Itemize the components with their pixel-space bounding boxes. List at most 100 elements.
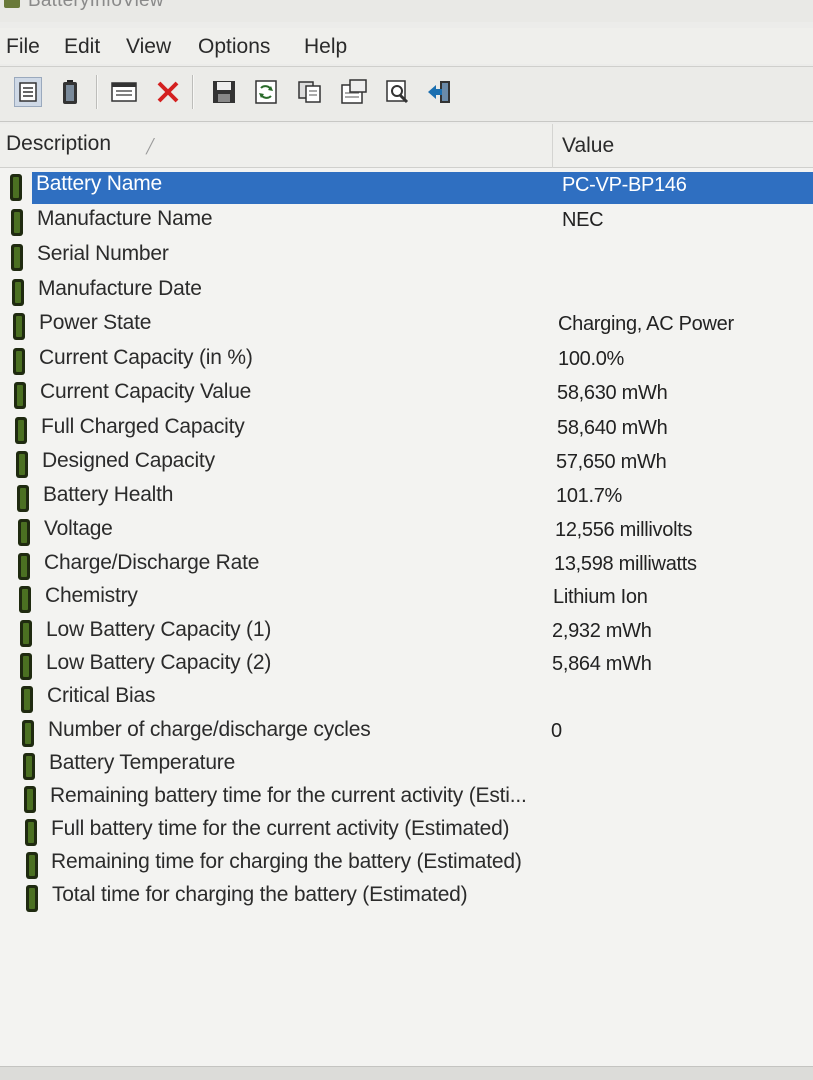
html-report-button[interactable] xyxy=(340,77,368,107)
table-row[interactable]: Charge/Discharge Rate 13,598 milliwatts xyxy=(0,547,813,581)
row-description: Number of charge/discharge cycles xyxy=(48,718,371,741)
row-value: 13,598 milliwatts xyxy=(554,553,697,575)
copy-icon xyxy=(298,81,321,103)
battery-icon xyxy=(17,485,29,512)
row-description: Current Capacity (in %) xyxy=(39,346,253,369)
delete-button[interactable] xyxy=(154,77,182,107)
table-row[interactable]: Low Battery Capacity (1) 2,932 mWh xyxy=(0,614,813,648)
battery-icon xyxy=(11,209,23,236)
toolbar-separator xyxy=(96,75,98,109)
table-row[interactable]: Manufacture Date xyxy=(0,273,813,307)
row-description: Current Capacity Value xyxy=(40,380,252,403)
exit-button[interactable] xyxy=(426,77,454,107)
battery-log-icon xyxy=(63,80,77,104)
find-icon xyxy=(386,80,409,104)
row-value: 12,556 millivolts xyxy=(555,519,693,541)
table-row[interactable]: Battery Temperature xyxy=(0,747,813,781)
row-description: Manufacture Name xyxy=(37,207,213,230)
table-row[interactable]: Number of charge/discharge cycles 0 xyxy=(0,714,813,748)
battery-icon xyxy=(20,653,32,680)
row-description: Total time for charging the battery (Est… xyxy=(52,883,468,906)
table-row[interactable]: Battery Health 101.7% xyxy=(0,479,813,513)
save-icon xyxy=(213,81,235,103)
row-description: Battery Name xyxy=(36,172,162,195)
battery-icon xyxy=(10,174,22,201)
row-description: Charge/Discharge Rate xyxy=(44,551,260,574)
refresh-button[interactable] xyxy=(252,77,280,107)
menu-edit[interactable]: Edit xyxy=(62,33,102,61)
battery-icon xyxy=(13,348,25,375)
status-bar xyxy=(0,1066,813,1080)
menu-file[interactable]: File xyxy=(4,33,42,61)
battery-icon xyxy=(21,686,33,713)
table-row[interactable]: Low Battery Capacity (2) 5,864 mWh xyxy=(0,647,813,681)
delete-icon xyxy=(157,81,179,103)
table-row[interactable]: Full battery time for the current activi… xyxy=(0,813,813,847)
sort-indicator-icon: ╱ xyxy=(146,138,155,154)
table-row[interactable]: Critical Bias xyxy=(0,680,813,714)
window-title: BatteryInfoView xyxy=(28,0,164,11)
table-row[interactable]: Current Capacity (in %) 100.0% xyxy=(0,342,813,376)
battery-icon xyxy=(14,382,26,409)
row-value: 101.7% xyxy=(556,485,623,507)
battery-icon xyxy=(15,417,27,444)
row-description: Manufacture Date xyxy=(38,277,202,300)
row-description: Full Charged Capacity xyxy=(41,415,245,438)
row-value: Charging, AC Power xyxy=(558,313,734,335)
battery-icon xyxy=(19,586,31,613)
table-row[interactable]: Voltage 12,556 millivolts xyxy=(0,513,813,547)
copy-button[interactable] xyxy=(296,77,324,107)
menu-bar: File Edit View Options Help xyxy=(0,28,813,64)
column-resize-handle[interactable] xyxy=(552,124,553,168)
row-description: Low Battery Capacity (1) xyxy=(46,618,272,641)
list-header: Description ╱ Value xyxy=(0,124,813,168)
row-value: 100.0% xyxy=(558,348,625,370)
column-header-value[interactable]: Value xyxy=(562,134,614,158)
row-value: PC-VP-BP146 xyxy=(562,174,687,196)
table-row[interactable]: Serial Number xyxy=(0,238,813,272)
battery-icon xyxy=(18,519,30,546)
table-row[interactable]: Battery Name PC-VP-BP146 xyxy=(0,168,813,204)
battery-icon xyxy=(11,244,23,271)
row-description: Critical Bias xyxy=(47,684,156,707)
battery-icon xyxy=(12,279,24,306)
table-row[interactable]: Remaining battery time for the current a… xyxy=(0,780,813,814)
row-description: Voltage xyxy=(44,517,113,540)
battery-info-window: BatteryInfoView File Edit View Options H… xyxy=(0,0,813,1080)
table-row[interactable]: Full Charged Capacity 58,640 mWh xyxy=(0,411,813,445)
simple-mode-button[interactable] xyxy=(14,77,42,107)
column-header-description[interactable]: Description xyxy=(6,132,111,156)
row-description: Designed Capacity xyxy=(42,449,215,472)
battery-icon xyxy=(13,313,25,340)
row-description: Remaining battery time for the current a… xyxy=(50,784,527,807)
battery-icon xyxy=(20,620,32,647)
row-value: 58,630 mWh xyxy=(557,382,668,404)
battery-log-button[interactable] xyxy=(56,77,84,107)
battery-icon xyxy=(24,786,36,813)
battery-info-list[interactable]: Description ╱ Value Battery Name PC-VP-B… xyxy=(0,124,813,1066)
row-description: Serial Number xyxy=(37,242,169,265)
table-row[interactable]: Current Capacity Value 58,630 mWh xyxy=(0,376,813,410)
row-description: Battery Temperature xyxy=(49,751,236,774)
table-row[interactable]: Chemistry Lithium Ion xyxy=(0,580,813,614)
table-row[interactable]: Designed Capacity 57,650 mWh xyxy=(0,445,813,479)
menu-help[interactable]: Help xyxy=(302,33,349,61)
table-row[interactable]: Total time for charging the battery (Est… xyxy=(0,879,813,913)
battery-icon xyxy=(26,885,38,912)
row-value: 0 xyxy=(551,720,562,742)
exit-icon xyxy=(428,81,450,103)
menu-options[interactable]: Options xyxy=(196,33,272,61)
save-button[interactable] xyxy=(210,77,238,107)
row-value: 57,650 mWh xyxy=(556,451,667,473)
title-bar: BatteryInfoView xyxy=(0,0,813,22)
table-row[interactable]: Manufacture Name NEC xyxy=(0,203,813,237)
battery-icon xyxy=(16,451,28,478)
row-description: Remaining time for charging the battery … xyxy=(51,850,522,873)
menu-view[interactable]: View xyxy=(124,33,173,61)
properties-button[interactable] xyxy=(110,77,138,107)
find-button[interactable] xyxy=(384,77,412,107)
html-report-icon xyxy=(341,79,367,104)
toolbar-separator xyxy=(192,75,194,109)
table-row[interactable]: Power State Charging, AC Power xyxy=(0,307,813,341)
table-row[interactable]: Remaining time for charging the battery … xyxy=(0,846,813,880)
